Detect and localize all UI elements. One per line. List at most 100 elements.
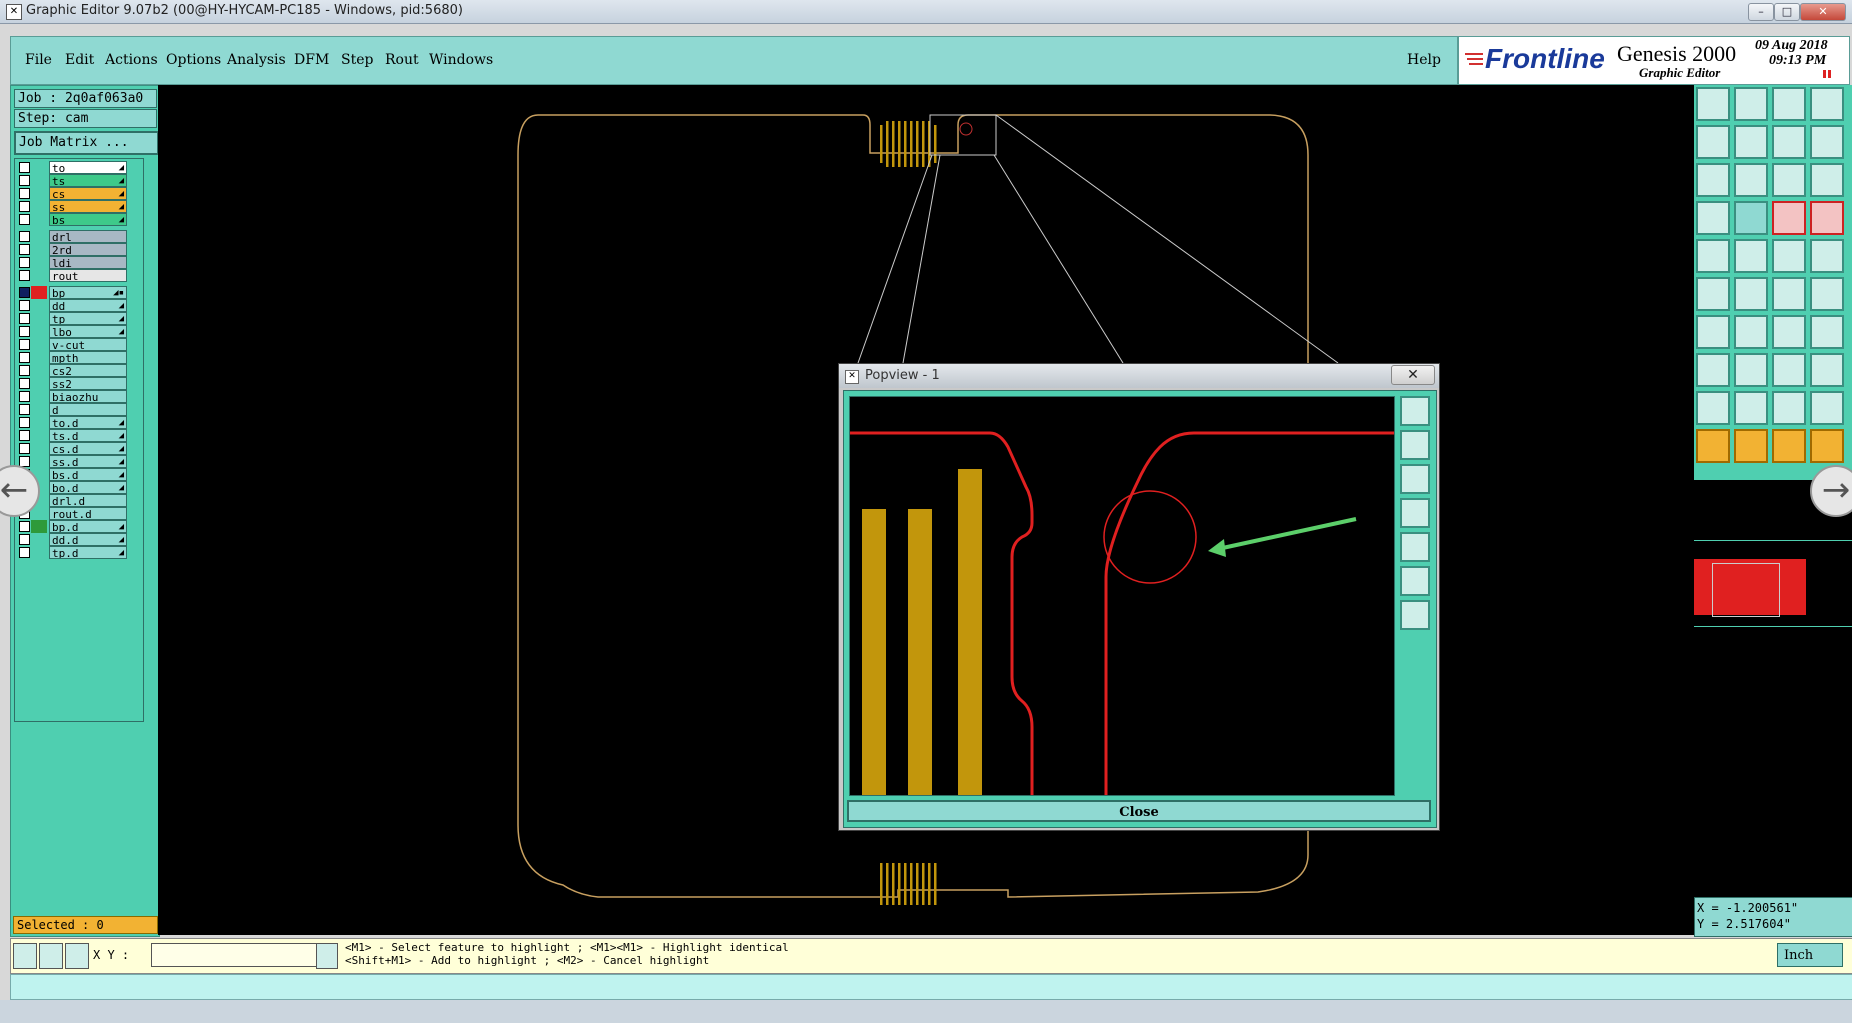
layer-name[interactable]: d [49,403,127,416]
menu-help[interactable]: Help [1407,52,1441,68]
tool-grid-icon[interactable] [1734,201,1768,235]
layer-name[interactable]: biaozhu [49,390,127,403]
menu-analysis[interactable]: Analysis [227,52,286,68]
tool-home-icon[interactable] [1772,87,1806,121]
layer-name[interactable]: ldi [49,256,127,269]
layer-name[interactable]: 2rd [49,243,127,256]
layer-row[interactable]: tp ◢ [19,312,129,325]
tool-center-icon[interactable] [1734,163,1768,197]
layer-row[interactable]: lbo ◢ [19,325,129,338]
layer-row[interactable]: v-cut [19,338,129,351]
layer-checkbox[interactable] [19,365,30,376]
tool-text-icon[interactable] [1810,315,1844,349]
menu-actions[interactable]: Actions [105,52,158,68]
layer-checkbox[interactable] [19,270,30,281]
snap-icon[interactable] [13,943,37,969]
layer-name[interactable]: bs ◢ [49,213,127,226]
layer-checkbox[interactable] [19,201,30,212]
layer-row[interactable]: bs ◢ [19,213,129,226]
layer-name[interactable]: cs2 [49,364,127,377]
menu-windows[interactable]: Windows [429,52,493,68]
tool-cross-icon[interactable] [1734,277,1768,311]
layer-checkbox[interactable] [19,352,30,363]
menu-options[interactable]: Options [166,52,221,68]
tool-segment-icon[interactable] [1772,277,1806,311]
layer-checkbox[interactable] [19,244,30,255]
tool-undo-icon[interactable] [1772,125,1806,159]
tool-snap-icon[interactable] [1696,201,1730,235]
tool-array-icon[interactable] [1810,353,1844,387]
layer-checkbox[interactable] [19,175,30,186]
layer-checkbox[interactable] [19,339,30,350]
popview-zoom-in-icon[interactable] [1400,430,1430,460]
layer-checkbox[interactable] [19,231,30,242]
layer-checkbox[interactable] [19,300,30,311]
layer-checkbox[interactable] [19,214,30,225]
tool-line-icon[interactable] [1734,239,1768,273]
measure-icon[interactable] [39,943,63,969]
layer-row[interactable]: cs2 [19,364,129,377]
layer-checkbox[interactable] [19,547,30,558]
tool-help-icon[interactable] [1810,163,1844,197]
tool-redo-icon[interactable] [1810,125,1844,159]
layer-name[interactable]: bo.d ◢ [49,481,127,494]
layer-row[interactable]: ts.d ◢ [19,429,129,442]
layer-name[interactable]: to ◢ [49,161,127,174]
layer-row[interactable]: drl [19,230,129,243]
layer-row[interactable]: cs.d ◢ [19,442,129,455]
layer-name[interactable]: rout [49,269,127,282]
tool-arc-icon[interactable] [1772,315,1806,349]
tool-connect-icon[interactable] [1696,277,1730,311]
layer-name[interactable]: ss.d ◢ [49,455,127,468]
tool-net-compare-icon[interactable] [1810,201,1844,235]
layer-name[interactable]: ts.d ◢ [49,429,127,442]
layer-checkbox[interactable] [19,188,30,199]
popview-fit-all-icon[interactable] [1400,600,1430,630]
tool-select-icon[interactable] [1696,429,1730,463]
layer-name[interactable]: bp.d ◢ [49,520,127,533]
tool-pad-icon[interactable] [1696,239,1730,273]
popview-canvas[interactable] [849,396,1395,796]
layer-checkbox[interactable] [19,378,30,389]
tool-select-move-icon[interactable] [1810,429,1844,463]
menu-step[interactable]: Step [341,52,373,68]
tool-polygon-icon[interactable] [1734,391,1768,425]
job-matrix-button[interactable]: Job Matrix ... [14,131,159,155]
popview-zoom-out-icon[interactable] [1400,464,1430,494]
tool-measure-icon[interactable] [1772,239,1806,273]
menu-edit[interactable]: Edit [65,52,94,68]
layer-name[interactable]: to.d ◢ [49,416,127,429]
layer-name[interactable]: dd.d ◢ [49,533,127,546]
tool-dimension-icon[interactable] [1772,353,1806,387]
popview-fit-icon[interactable] [1400,566,1430,596]
menu-file[interactable]: File [25,52,52,68]
layer-name[interactable]: mpth [49,351,127,364]
layer-row[interactable]: ts ◢ [19,174,129,187]
layer-name[interactable]: ts ◢ [49,174,127,187]
layer-row[interactable]: ldi [19,256,129,269]
layer-row[interactable]: rout [19,269,129,282]
layer-checkbox[interactable] [19,257,30,268]
layer-name[interactable]: cs.d ◢ [49,442,127,455]
layer-checkbox[interactable] [19,404,30,415]
tool-select-net-icon[interactable] [1772,429,1806,463]
overview-panel[interactable] [1694,540,1852,627]
nav-forward-arrow[interactable]: → [1810,465,1852,517]
layer-checkbox[interactable] [19,313,30,324]
tool-fit-icon[interactable] [1696,163,1730,197]
layer-name[interactable]: cs ◢ [49,187,127,200]
popview-zoom-home-icon[interactable] [1400,396,1430,426]
layer-row[interactable]: dd.d ◢ [19,533,129,546]
minimize-icon[interactable]: – [1748,3,1774,21]
tool-clearance-icon[interactable] [1810,391,1844,425]
layer-checkbox[interactable] [19,443,30,454]
tool-grid-view-icon[interactable] [1810,87,1844,121]
layer-row[interactable]: biaozhu [19,390,129,403]
layer-row[interactable]: ss.d ◢ [19,455,129,468]
layer-row[interactable]: 2rd [19,243,129,256]
popview-close-button[interactable]: Close [847,800,1431,822]
layer-row[interactable]: to.d ◢ [19,416,129,429]
tool-open-icon[interactable] [1696,87,1730,121]
layer-row[interactable]: cs ◢ [19,187,129,200]
layer-checkbox[interactable] [19,391,30,402]
